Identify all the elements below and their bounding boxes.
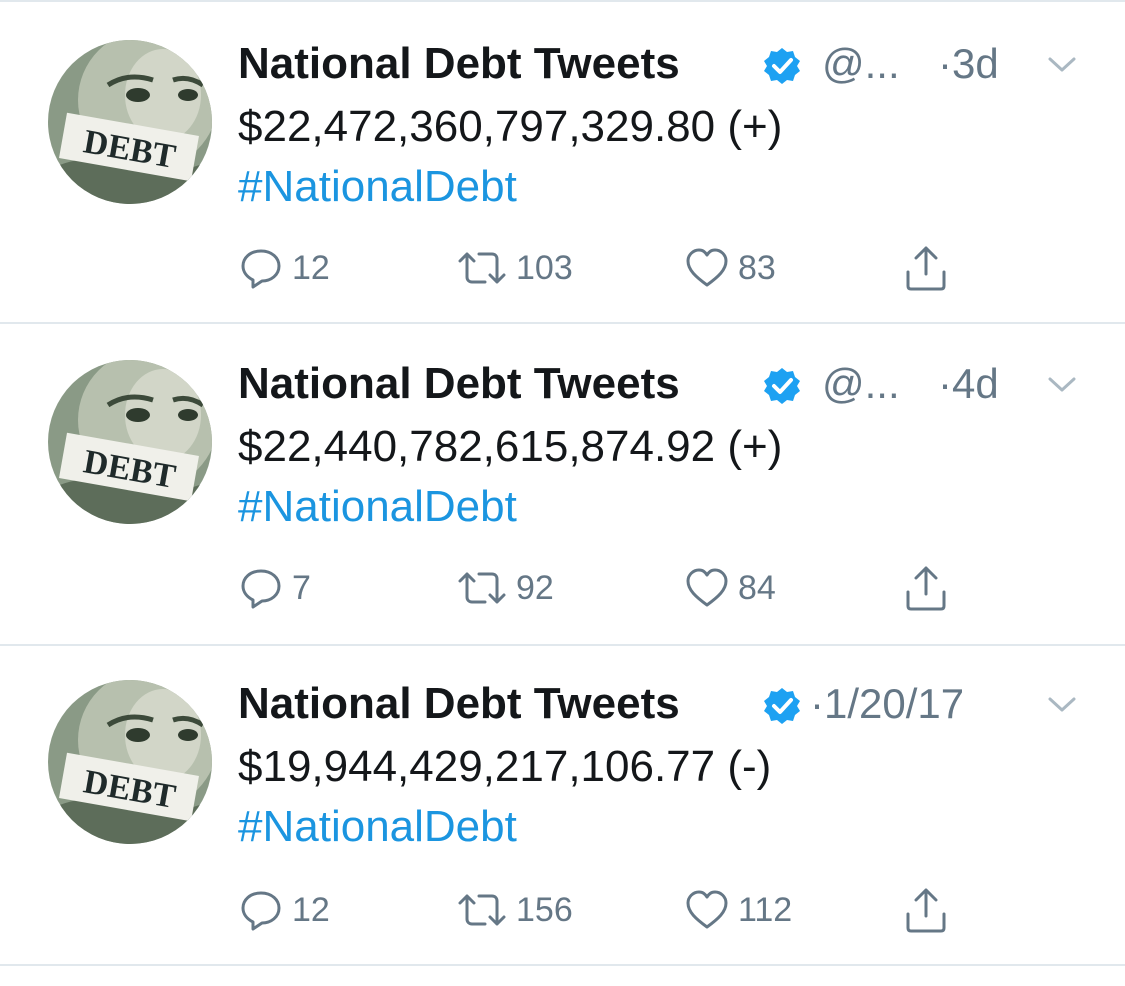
avatar[interactable]: DEBT <box>48 680 212 844</box>
tweet-text: $19,944,429,217,106.77 (-) <box>238 742 772 791</box>
timestamp[interactable]: ·4d <box>938 358 999 410</box>
display-name[interactable]: National Debt Tweets <box>238 678 680 730</box>
display-name[interactable]: National Debt Tweets <box>238 38 680 90</box>
share-button[interactable] <box>902 243 950 293</box>
chevron-down-icon[interactable] <box>1046 688 1078 720</box>
reply-count: 12 <box>292 891 330 929</box>
tweet-card[interactable]: DEBT National Debt Tweets @... ·4d $22,4… <box>0 324 1125 646</box>
like-icon <box>686 568 728 607</box>
timestamp[interactable]: ·1/20/17 <box>810 678 964 730</box>
reply-count: 12 <box>292 249 330 287</box>
avatar[interactable]: DEBT <box>48 40 212 204</box>
verified-badge-icon <box>764 688 800 724</box>
tweet-card[interactable]: DEBT National Debt Tweets ·1/20/17 $19,9… <box>0 644 1125 966</box>
hashtag-link[interactable]: #NationalDebt <box>238 156 517 218</box>
like-count: 84 <box>738 569 776 607</box>
tweet-header: National Debt Tweets @... ·4d <box>238 354 1088 414</box>
tweet-actions: 12 156 112 <box>238 885 998 935</box>
reply-button[interactable]: 7 <box>238 563 311 613</box>
like-count: 83 <box>738 249 776 287</box>
verified-badge-icon <box>764 48 800 84</box>
like-button[interactable]: 112 <box>684 885 792 935</box>
chevron-down-icon[interactable] <box>1046 368 1078 400</box>
reply-count: 7 <box>292 569 311 607</box>
retweet-button[interactable]: 92 <box>456 563 554 613</box>
display-name[interactable]: National Debt Tweets <box>238 358 680 410</box>
share-icon <box>906 888 946 933</box>
share-button[interactable] <box>902 885 950 935</box>
share-icon <box>906 246 946 291</box>
retweet-icon <box>458 572 506 604</box>
reply-button[interactable]: 12 <box>238 885 330 935</box>
retweet-count: 103 <box>516 249 573 287</box>
like-count: 112 <box>738 891 793 929</box>
like-icon <box>686 890 728 929</box>
hashtag-link[interactable]: #NationalDebt <box>238 476 517 538</box>
hashtag-link[interactable]: #NationalDebt <box>238 796 517 858</box>
timestamp[interactable]: ·3d <box>938 38 999 90</box>
reply-icon <box>241 569 281 609</box>
retweet-button[interactable]: 156 <box>456 885 573 935</box>
retweet-button[interactable]: 103 <box>456 243 573 293</box>
tweet-actions: 12 103 83 <box>238 243 998 293</box>
retweet-icon <box>458 252 506 284</box>
chevron-down-icon[interactable] <box>1046 48 1078 80</box>
reply-icon <box>241 249 281 289</box>
tweet-card[interactable]: DEBT National Debt Tweets @... ·3d $22,4… <box>0 2 1125 324</box>
user-handle[interactable]: @... <box>822 358 900 410</box>
like-button[interactable]: 83 <box>684 243 776 293</box>
reply-button[interactable]: 12 <box>238 243 330 293</box>
tweet-actions: 7 92 84 <box>238 563 998 613</box>
like-icon <box>686 248 728 287</box>
verified-badge-icon <box>764 368 800 404</box>
retweet-icon <box>458 894 506 926</box>
like-button[interactable]: 84 <box>684 563 776 613</box>
tweet-header: National Debt Tweets ·1/20/17 <box>238 674 1088 734</box>
user-handle[interactable]: @... <box>822 38 900 90</box>
tweet-header: National Debt Tweets @... ·3d <box>238 34 1088 94</box>
reply-icon <box>241 891 281 931</box>
tweet-text: $22,472,360,797,329.80 (+) <box>238 102 783 151</box>
share-button[interactable] <box>902 563 950 613</box>
avatar[interactable]: DEBT <box>48 360 212 524</box>
retweet-count: 156 <box>516 891 573 929</box>
share-icon <box>906 566 946 611</box>
tweet-text: $22,440,782,615,874.92 (+) <box>238 422 783 471</box>
retweet-count: 92 <box>516 569 554 607</box>
